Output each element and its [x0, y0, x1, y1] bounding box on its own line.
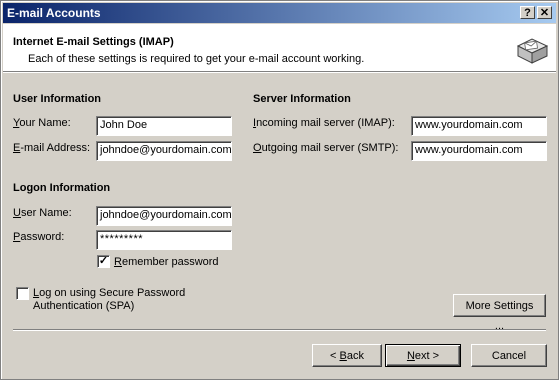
next-button[interactable]: Next > [385, 344, 461, 367]
title-bar: E-mail Accounts ? ✕ [3, 3, 556, 23]
header-title: Internet E-mail Settings (IMAP) [13, 36, 174, 48]
your-name-input[interactable]: John Doe [96, 116, 232, 136]
dialog-header: Internet E-mail Settings (IMAP) Each of … [3, 24, 556, 71]
spa-label-line1[interactable]: Log on using Secure Password [33, 287, 185, 299]
footer-separator [13, 329, 546, 331]
spa-checkbox[interactable] [16, 287, 29, 300]
server-info-title: Server Information [253, 93, 351, 105]
remember-password-label[interactable]: Remember password [114, 256, 219, 268]
outgoing-server-input[interactable]: www.yourdomain.com [411, 141, 547, 161]
remember-password-checkbox[interactable]: ✓ [97, 255, 110, 268]
header-subtitle: Each of these settings is required to ge… [28, 53, 365, 65]
more-settings-button[interactable]: More Settings ... [453, 294, 546, 332]
username-input[interactable]: johndoe@yourdomain.com [96, 206, 232, 226]
mail-server-icon [516, 38, 549, 64]
incoming-server-label: Incoming mail server (IMAP): [253, 117, 395, 129]
email-address-input[interactable]: johndoe@yourdomain.com [96, 141, 232, 161]
username-label: User Name: [13, 207, 72, 219]
spa-label-line2[interactable]: Authentication (SPA) [33, 300, 134, 312]
outgoing-server-label: Outgoing mail server (SMTP): [253, 142, 399, 154]
close-button[interactable]: ✕ [537, 6, 552, 19]
back-button[interactable]: < Back [312, 344, 382, 367]
user-info-title: User Information [13, 93, 102, 105]
window-title: E-mail Accounts [7, 6, 101, 20]
incoming-server-input[interactable]: www.yourdomain.com [411, 116, 547, 136]
logon-info-title: Logon Information [13, 182, 111, 194]
email-accounts-dialog: E-mail Accounts ? ✕ Internet E-mail Sett… [0, 0, 559, 380]
email-address-label: E-mail Address: [13, 142, 91, 154]
password-input[interactable]: ********* [96, 230, 232, 250]
password-label: Password: [13, 231, 65, 243]
help-button[interactable]: ? [520, 6, 535, 19]
header-separator [3, 71, 556, 73]
your-name-label: Your Name: [13, 117, 71, 129]
cancel-button[interactable]: Cancel [471, 344, 547, 367]
